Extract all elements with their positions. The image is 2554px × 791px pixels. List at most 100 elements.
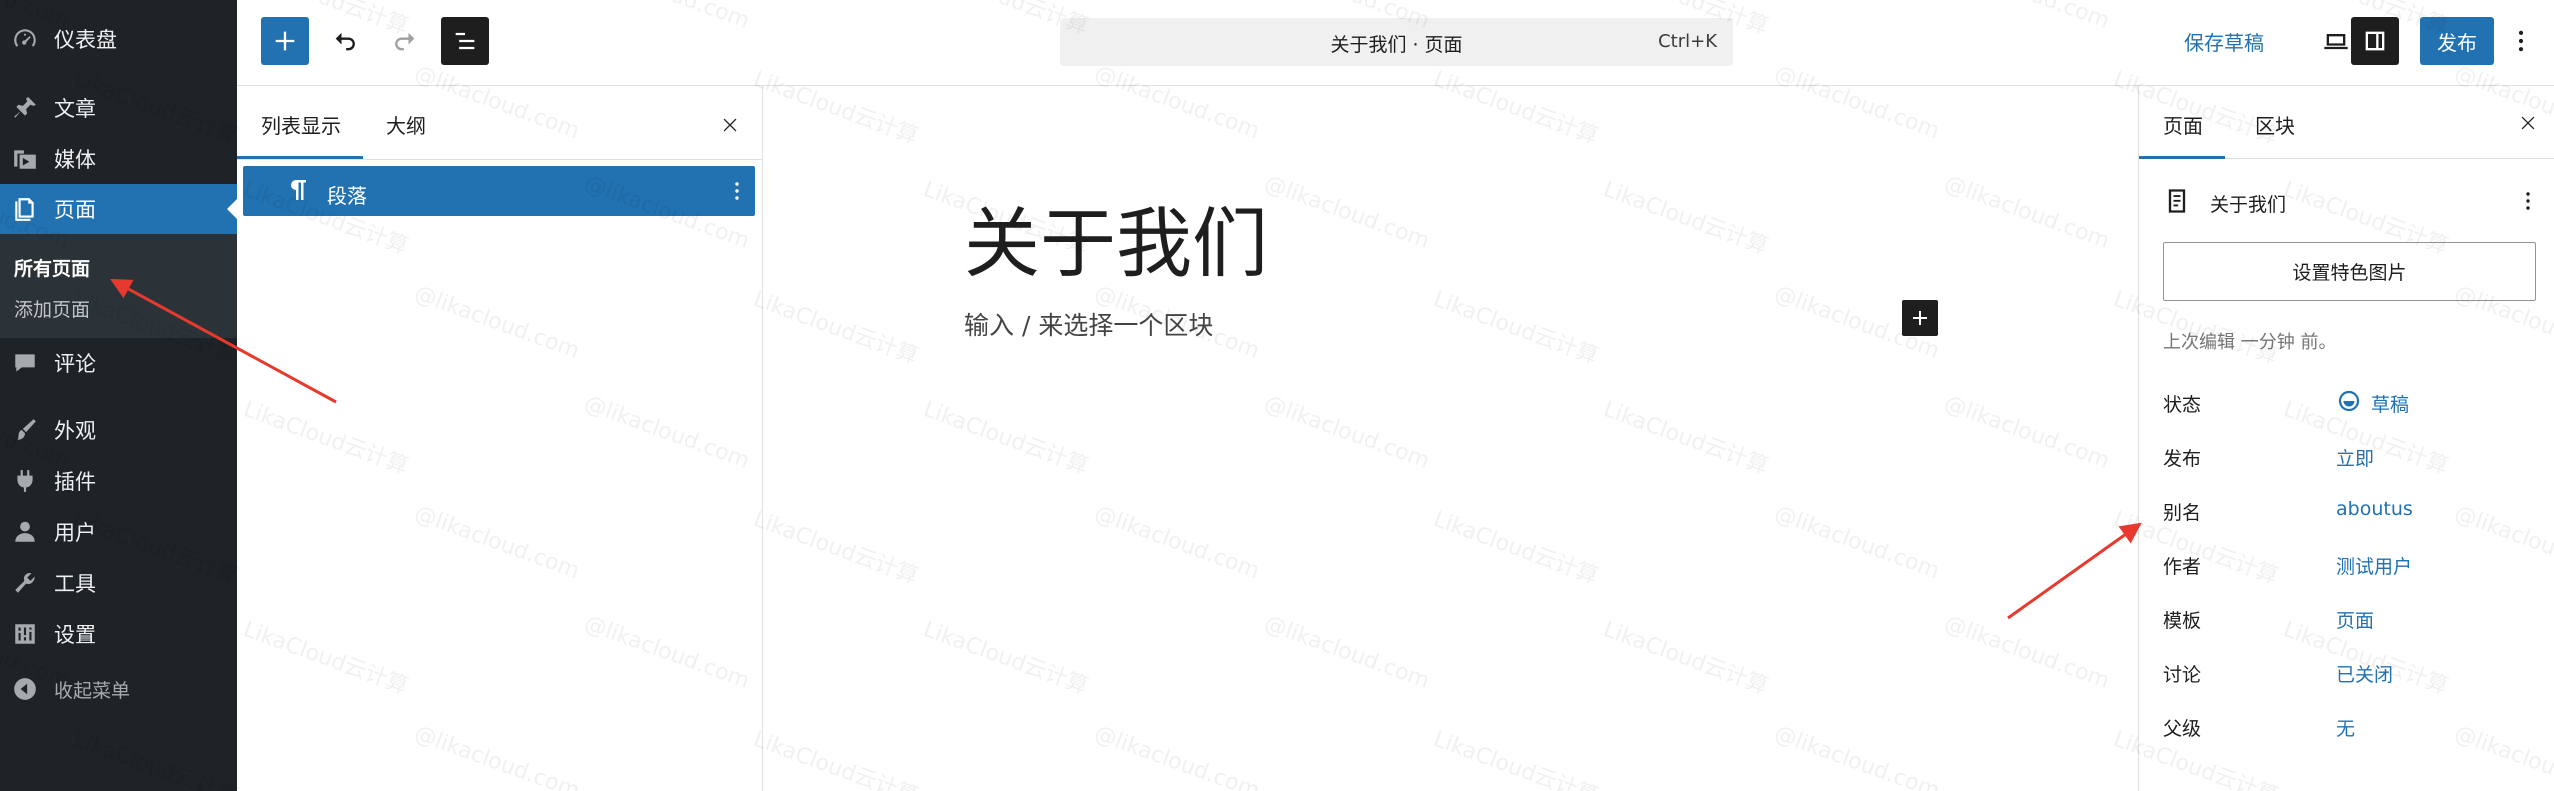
plus-icon: [275, 31, 295, 51]
list-view-panel: 列表显示 大纲 段落: [237, 86, 763, 791]
editor-canvas: 关于我们 输入 / 来选择一个区块: [764, 86, 2138, 791]
discussion-value[interactable]: 已关闭: [2336, 660, 2393, 687]
menu-item-settings[interactable]: 设置: [0, 609, 237, 659]
menu-item-plugins[interactable]: 插件: [0, 456, 237, 506]
row-label-parent: 父级: [2163, 718, 2202, 740]
wrench-icon: [10, 568, 40, 598]
settings-sliders-icon: [10, 619, 40, 649]
admin-sidebar: 仪表盘 文章 媒体 页面 所有页面 添加页面 评论 外观 插件 用户 工具 设置…: [0, 0, 237, 791]
more-vertical-icon: [735, 182, 739, 200]
document-title: 关于我们 · 页面: [1330, 34, 1463, 56]
plus-icon: [1913, 311, 1927, 325]
add-block-button[interactable]: [1902, 300, 1938, 336]
block-label: 段落: [327, 184, 367, 208]
redo-icon: [395, 32, 415, 51]
settings-sidebar: 页面 区块 关于我们 设置特色图片 上次编辑 一分钟 前。 状态 草稿 发布 立…: [2138, 86, 2554, 791]
menu-label-appearance: 外观: [54, 419, 96, 443]
dashboard-icon: [10, 24, 40, 54]
row-label-author: 作者: [2163, 556, 2202, 578]
pin-icon: [10, 93, 40, 123]
menu-label-collapse: 收起菜单: [54, 679, 131, 702]
document-overview-button[interactable]: [441, 17, 489, 65]
undo-button[interactable]: [321, 17, 369, 65]
more-vertical-icon: [2526, 192, 2530, 210]
set-featured-image-button[interactable]: 设置特色图片: [2163, 242, 2536, 301]
close-settings-button[interactable]: [2511, 106, 2545, 140]
menu-item-media[interactable]: 媒体: [0, 134, 237, 184]
row-label-publish: 发布: [2163, 448, 2202, 470]
menu-item-posts[interactable]: 文章: [0, 83, 237, 133]
menu-label-media: 媒体: [54, 148, 96, 172]
slug-value[interactable]: aboutus: [2336, 498, 2413, 520]
row-label-slug: 别名: [2163, 502, 2202, 524]
menu-label-tools: 工具: [54, 572, 96, 596]
close-list-view-button[interactable]: [713, 108, 747, 142]
row-label-status: 状态: [2163, 394, 2202, 416]
active-tab-indicator: [237, 156, 363, 159]
publish-button[interactable]: 发布: [2420, 17, 2494, 65]
tab-outline[interactable]: 大纲: [386, 110, 426, 139]
collapse-menu-button[interactable]: 收起菜单: [0, 664, 237, 714]
pages-submenu: 所有页面 添加页面: [0, 234, 237, 338]
tab-block[interactable]: 区块: [2255, 110, 2295, 139]
options-menu-button[interactable]: [2504, 17, 2538, 65]
save-draft-button[interactable]: 保存草稿: [2184, 27, 2264, 56]
close-icon: [723, 118, 737, 132]
redo-button[interactable]: [381, 17, 429, 65]
comment-icon: [10, 348, 40, 378]
menu-item-dashboard[interactable]: 仪表盘: [0, 14, 237, 64]
brush-icon: [10, 415, 40, 445]
menu-item-users[interactable]: 用户: [0, 507, 237, 557]
page-title-input[interactable]: 关于我们: [964, 182, 1268, 292]
menu-label-plugins: 插件: [54, 470, 96, 494]
paragraph-icon: [291, 180, 306, 200]
menu-label-dashboard: 仪表盘: [54, 28, 117, 52]
empty-block-placeholder[interactable]: 输入 / 来选择一个区块: [964, 306, 1213, 342]
last-edited-text: 上次编辑 一分钟 前。: [2163, 332, 2337, 353]
sidebar-toggle-icon: [2365, 31, 2385, 51]
block-inserter-button[interactable]: [261, 17, 309, 65]
undo-icon: [335, 32, 355, 51]
menu-label-settings: 设置: [54, 623, 96, 647]
publish-date-value[interactable]: 立即: [2336, 444, 2374, 471]
author-value[interactable]: 测试用户: [2336, 552, 2412, 579]
plugin-icon: [10, 466, 40, 496]
laptop-icon: [2324, 34, 2348, 50]
template-value[interactable]: 页面: [2336, 606, 2374, 633]
editor-toolbar: 关于我们 · 页面 Ctrl+K 保存草稿 发布: [237, 0, 2554, 86]
more-vertical-icon: [2518, 30, 2524, 52]
command-palette-bar[interactable]: 关于我们 · 页面 Ctrl+K: [1060, 18, 1733, 66]
block-options-button[interactable]: [723, 176, 751, 206]
shortcut-hint: Ctrl+K: [1658, 31, 1717, 52]
list-item-paragraph-block[interactable]: 段落: [243, 166, 755, 216]
menu-item-tools[interactable]: 工具: [0, 558, 237, 608]
menu-label-pages: 页面: [54, 198, 96, 222]
menu-item-appearance[interactable]: 外观: [0, 405, 237, 455]
tab-list-view[interactable]: 列表显示: [261, 110, 341, 139]
close-icon: [2521, 116, 2535, 130]
row-label-discussion: 讨论: [2163, 664, 2202, 686]
status-value[interactable]: 草稿: [2371, 390, 2409, 417]
submenu-add-page[interactable]: 添加页面: [14, 295, 90, 322]
submenu-all-pages[interactable]: 所有页面: [14, 254, 90, 281]
active-tab-indicator: [2139, 156, 2225, 159]
pages-icon: [10, 194, 40, 224]
menu-item-pages[interactable]: 页面: [0, 184, 237, 234]
page-summary-title: 关于我们: [2210, 194, 2287, 216]
user-icon: [10, 517, 40, 547]
media-icon: [10, 144, 40, 174]
menu-label-posts: 文章: [54, 97, 96, 121]
tab-page[interactable]: 页面: [2163, 110, 2203, 139]
list-view-icon: [455, 32, 475, 50]
parent-value[interactable]: 无: [2336, 714, 2355, 741]
row-label-template: 模板: [2163, 610, 2202, 632]
tab-divider: [237, 159, 763, 160]
collapse-arrow-icon: [10, 674, 40, 704]
settings-toggle-button[interactable]: [2351, 17, 2399, 65]
menu-item-comments[interactable]: 评论: [0, 338, 237, 388]
menu-label-comments: 评论: [54, 352, 96, 376]
page-actions-button[interactable]: [2515, 184, 2541, 218]
page-document-icon: [2168, 189, 2186, 213]
draft-status-icon: [2338, 390, 2360, 412]
menu-label-users: 用户: [54, 521, 96, 545]
